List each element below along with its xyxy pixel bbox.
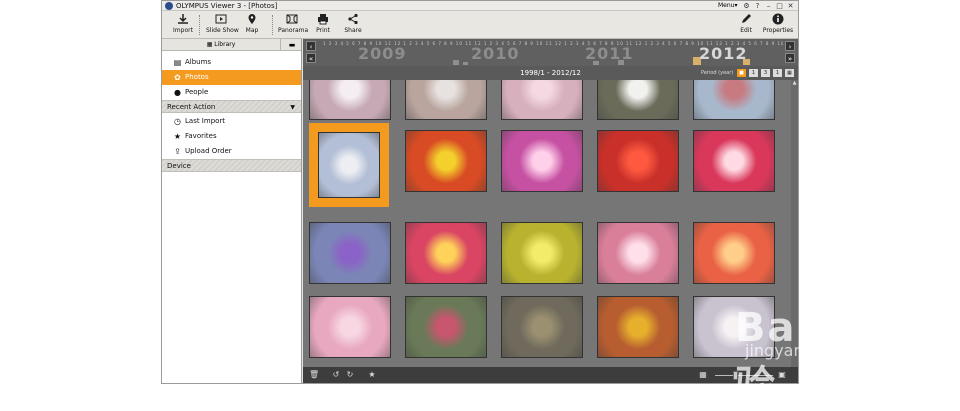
period-button-all[interactable]: ■ xyxy=(737,69,746,77)
timeline-next-button[interactable]: › xyxy=(785,41,795,51)
share-icon xyxy=(348,13,358,25)
photo-thumbnail[interactable] xyxy=(309,296,391,358)
photo-thumbnail[interactable] xyxy=(405,130,487,192)
photo-thumbnail[interactable] xyxy=(309,123,389,207)
panorama-button[interactable]: Panorama xyxy=(278,13,308,35)
photo-thumbnail[interactable] xyxy=(405,222,487,284)
maximize-icon[interactable]: □ xyxy=(775,2,784,10)
photo-thumbnail[interactable] xyxy=(501,130,583,192)
period-label: Period (year) xyxy=(701,70,734,76)
period-button-1[interactable]: 1 xyxy=(749,69,758,77)
map-pin-icon xyxy=(248,14,256,24)
photo-thumbnail[interactable] xyxy=(597,130,679,192)
section-device[interactable]: Device xyxy=(162,159,301,172)
photo-thumbnail[interactable] xyxy=(693,80,775,120)
sidebar-item-albums[interactable]: ▤ Albums xyxy=(162,55,301,70)
album-icon: ▤ xyxy=(173,58,182,67)
rotate-left-icon[interactable]: ↺ xyxy=(331,370,341,380)
sidebar-item-favorites[interactable]: ★ Favorites xyxy=(162,129,301,144)
timeline-year: 2012 xyxy=(699,44,748,63)
bottom-toolbar: 🗑 ↺ ↻ ★ ▦ ▣ xyxy=(303,367,798,383)
timeline-prev-button[interactable]: ‹ xyxy=(306,41,316,51)
sidebar: ▦ Library ▬ ▤ Albums ✿ Photos ● People Rece… xyxy=(162,39,302,383)
timeline[interactable]: ‹ « › » 1 2 3 4 5 6 7 8 9 10 11 12 1 2 3… xyxy=(303,39,798,66)
rotate-right-icon[interactable]: ↻ xyxy=(345,370,355,380)
minimize-icon[interactable]: – xyxy=(764,2,773,10)
timeline-year: 2009 xyxy=(358,44,407,63)
photo-thumbnail[interactable] xyxy=(597,80,679,120)
section-recent-action[interactable]: Recent Action ▼ xyxy=(162,100,301,113)
photo-thumbnail[interactable] xyxy=(693,222,775,284)
settings-icon[interactable]: ⚙ xyxy=(742,2,751,10)
timeline-bar xyxy=(453,60,459,65)
sidebar-item-photos[interactable]: ✿ Photos xyxy=(162,70,301,85)
timeline-year: 2010 xyxy=(471,44,520,63)
baidu-watermark: Baidu经验 jingyan.baidu.com xyxy=(735,283,935,409)
photo-thumbnail[interactable] xyxy=(405,296,487,358)
sidebar-item-last-import[interactable]: ◷ Last Import xyxy=(162,114,301,129)
map-button[interactable]: Map xyxy=(244,13,260,35)
import-button[interactable]: Import xyxy=(172,13,194,35)
photo-thumbnail[interactable] xyxy=(693,130,775,192)
small-thumbnails-icon[interactable]: ▦ xyxy=(698,370,708,380)
printer-icon xyxy=(318,14,328,25)
trash-icon[interactable]: 🗑 xyxy=(309,370,319,380)
thumbnail-grid xyxy=(303,80,791,367)
clock-icon: ◷ xyxy=(174,117,181,126)
menu-button[interactable]: Menu▾ xyxy=(718,1,738,11)
favorite-star-icon[interactable]: ★ xyxy=(367,370,377,380)
toolbar-separator xyxy=(272,15,273,35)
photo-thumbnail[interactable] xyxy=(501,296,583,358)
window-title: OLYMPUS Viewer 3 - [Photos] xyxy=(176,2,278,10)
slideshow-button[interactable]: Slide Show xyxy=(206,13,239,35)
close-icon[interactable]: ✕ xyxy=(786,2,795,10)
photo-thumbnail[interactable] xyxy=(501,222,583,284)
photo-thumbnail[interactable] xyxy=(501,80,583,120)
scroll-up-arrow-icon[interactable]: ▲ xyxy=(791,80,798,86)
info-icon xyxy=(772,13,784,25)
period-button-3[interactable]: 3 xyxy=(761,69,770,77)
photo-thumbnail[interactable] xyxy=(309,80,391,120)
olympus-app-icon xyxy=(165,2,173,10)
sidebar-item-people[interactable]: ● People xyxy=(162,85,301,100)
toolbar: Import Slide Show Map Panorama Print Sha… xyxy=(162,11,798,39)
collapse-arrow-icon[interactable]: ▼ xyxy=(290,101,295,114)
timeline-year: 2011 xyxy=(585,44,634,63)
share-button[interactable]: Share xyxy=(344,13,362,35)
sidebar-header: ▦ Library ▬ xyxy=(162,39,301,51)
properties-button[interactable]: Properties xyxy=(762,13,794,35)
panorama-icon xyxy=(286,14,298,24)
photos-icon: ✿ xyxy=(174,73,181,82)
library-tab[interactable]: ▦ Library xyxy=(162,39,281,51)
toolbar-separator xyxy=(199,15,200,35)
sidebar-item-upload-order[interactable]: ⇪ Upload Order xyxy=(162,144,301,159)
photo-browser: ‹ « › » 1 2 3 4 5 6 7 8 9 10 11 12 1 2 3… xyxy=(303,39,798,383)
star-icon: ★ xyxy=(173,132,182,141)
print-button[interactable]: Print xyxy=(314,13,332,35)
date-range-bar: 1998/1 - 2012/12 Period (year) ■ 1 3 1 ▦ xyxy=(303,66,798,80)
folder-tab-icon[interactable]: ▬ xyxy=(282,39,302,51)
help-icon[interactable]: ? xyxy=(753,2,762,10)
period-button-grid[interactable]: ▦ xyxy=(785,69,794,77)
photo-thumbnail[interactable] xyxy=(597,222,679,284)
edit-button[interactable]: Edit xyxy=(738,13,754,35)
import-icon xyxy=(178,14,188,24)
title-bar: OLYMPUS Viewer 3 - [Photos] Menu▾ ⚙ ? – … xyxy=(162,1,798,11)
slideshow-icon xyxy=(215,14,227,24)
timeline-end-button[interactable]: » xyxy=(785,53,795,63)
watermark-url: jingyan.baidu.com xyxy=(745,341,893,360)
timeline-start-button[interactable]: « xyxy=(306,53,316,63)
photo-thumbnail[interactable] xyxy=(597,296,679,358)
photo-thumbnail[interactable] xyxy=(309,222,391,284)
period-button-1y[interactable]: 1 xyxy=(773,69,782,77)
app-window: OLYMPUS Viewer 3 - [Photos] Menu▾ ⚙ ? – … xyxy=(161,0,799,384)
person-icon: ● xyxy=(174,88,181,97)
upload-icon: ⇪ xyxy=(174,147,181,156)
photo-thumbnail[interactable] xyxy=(405,80,487,120)
pencil-icon xyxy=(742,14,751,23)
timeline-bar xyxy=(463,62,468,65)
